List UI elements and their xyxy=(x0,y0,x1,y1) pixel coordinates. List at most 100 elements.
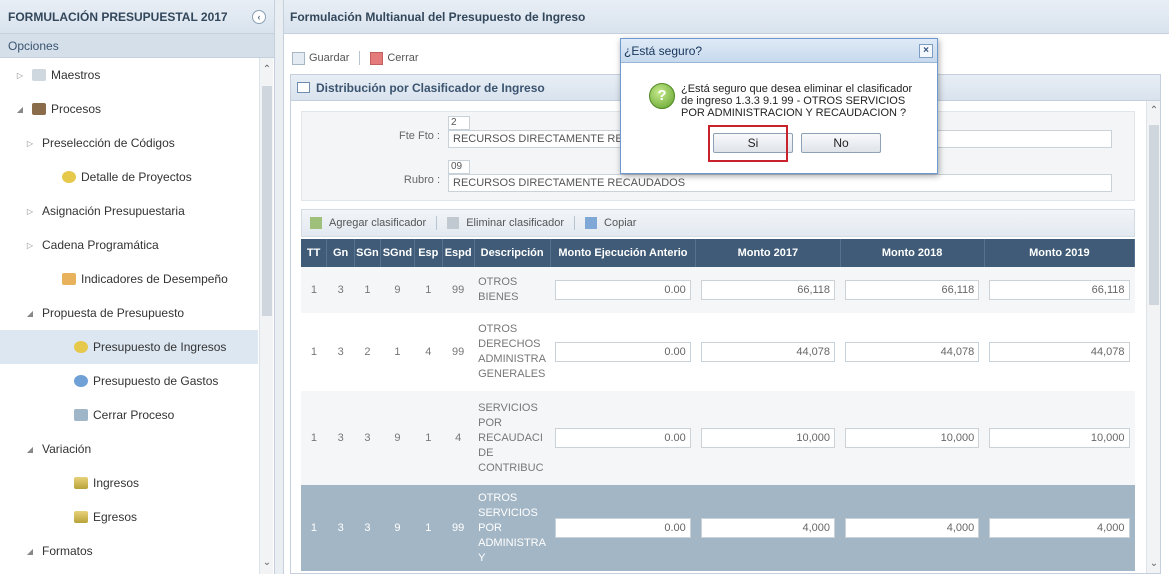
column-header[interactable]: SGn xyxy=(354,239,381,267)
expand-arrow-icon[interactable]: ◢ xyxy=(14,105,26,114)
cell-m2018: 10,000 xyxy=(840,391,984,485)
scroll-thumb[interactable] xyxy=(1149,125,1159,305)
amount-field[interactable]: 4,000 xyxy=(989,518,1130,538)
expand-arrow-icon[interactable]: ▷ xyxy=(24,139,36,148)
column-header[interactable]: TT xyxy=(301,239,328,267)
amount-field[interactable]: 0.00 xyxy=(555,518,691,538)
tree-item[interactable]: Detalle de Proyectos xyxy=(0,160,258,194)
tree-item[interactable]: ◢ Formatos xyxy=(0,534,258,568)
cell-espd: 99 xyxy=(452,284,465,296)
tree-item[interactable]: ▷ Asignación Presupuestaria xyxy=(0,194,258,228)
amount-field[interactable]: 44,078 xyxy=(845,342,980,362)
column-header[interactable]: Esp xyxy=(414,239,443,267)
amount-field[interactable]: 66,118 xyxy=(845,280,980,300)
tree-item[interactable]: Indicadores de Desempeño xyxy=(0,262,258,296)
classifier-toolbar: Agregar clasificador Eliminar clasificad… xyxy=(301,209,1135,237)
amount-field[interactable]: 4,000 xyxy=(845,518,980,538)
column-header[interactable]: Descripción xyxy=(474,239,551,267)
dialog-message-line: de ingreso 1.3.3 9.1 99 - OTROS SERVICIO… xyxy=(681,95,906,107)
window-icon xyxy=(297,82,310,93)
column-header[interactable]: Monto 2018 xyxy=(840,239,985,267)
expand-arrow-icon[interactable]: ▷ xyxy=(14,71,26,80)
scroll-thumb[interactable] xyxy=(262,86,272,316)
column-header[interactable]: Monto 2017 xyxy=(695,239,841,267)
tree-item-label: Presupuesto de Ingresos xyxy=(93,340,227,354)
tree-item[interactable]: ◢ Procesos xyxy=(0,92,258,126)
amount-field[interactable]: 66,118 xyxy=(989,280,1130,300)
description-line: OTROS xyxy=(478,276,518,288)
dialog-close-icon[interactable]: × xyxy=(919,44,933,58)
copy-label: Copiar xyxy=(604,217,637,229)
column-header[interactable]: SGnd xyxy=(380,239,415,267)
tree-item[interactable]: ◢ Propuesta de Presupuesto xyxy=(0,296,258,330)
description-line: POR xyxy=(478,521,502,534)
amount-field[interactable]: 66,118 xyxy=(700,280,836,300)
no-button[interactable]: No xyxy=(801,133,881,153)
tree-item[interactable]: ▷ Maestros xyxy=(0,58,258,92)
amount-field[interactable]: 10,000 xyxy=(700,428,836,448)
expand-arrow-icon[interactable]: ◢ xyxy=(24,547,36,556)
dialog-message-line: ¿Está seguro que desea eliminar el clasi… xyxy=(681,83,913,95)
tree-item[interactable]: ◢ Variación xyxy=(0,432,258,466)
cell-m2017: 44,078 xyxy=(696,313,840,391)
column-header[interactable]: Monto 2019 xyxy=(984,239,1136,267)
cell-m2018: 44,078 xyxy=(840,313,984,391)
scroll-down-icon[interactable]: ⌄ xyxy=(1147,558,1161,569)
fte-code-field: 2 xyxy=(448,116,470,130)
classifier-table: TT Gn SGn SGnd Esp Espd Descripción Monto Ejecu… xyxy=(301,239,1136,571)
description-line: RECAUDACI xyxy=(478,431,543,444)
copy-button[interactable]: Copiar xyxy=(581,215,640,231)
tree-item[interactable]: Ingresos xyxy=(0,466,258,500)
close-button[interactable]: Cerrar xyxy=(366,50,422,67)
amount-field[interactable]: 0.00 xyxy=(555,342,691,362)
amount-field[interactable]: 0.00 xyxy=(555,280,691,300)
highlight-box xyxy=(708,125,788,162)
scroll-up-icon[interactable]: ⌃ xyxy=(260,64,274,75)
amount-field[interactable]: 10,000 xyxy=(989,428,1130,448)
expand-arrow-icon[interactable]: ▷ xyxy=(24,241,36,250)
add-icon xyxy=(310,217,322,229)
options-header: Opciones xyxy=(0,34,274,58)
description-line: DE xyxy=(478,446,494,459)
add-classifier-button[interactable]: Agregar clasificador xyxy=(306,215,430,231)
column-header[interactable]: Espd xyxy=(442,239,475,267)
column-header[interactable]: Gn xyxy=(326,239,355,267)
amount-field[interactable]: 10,000 xyxy=(845,428,980,448)
tree-item[interactable]: Cerrar Proceso xyxy=(0,398,258,432)
collapse-panel-icon[interactable]: ‹ xyxy=(252,10,266,24)
tree-item[interactable]: Presupuesto de Gastos xyxy=(0,364,258,398)
save-button[interactable]: Guardar xyxy=(288,50,353,67)
table-row[interactable]: 1 3 3 9 1 4 SERVICIOS POR RECAUDACI DE CONTRIBUC 0.… xyxy=(301,391,1135,485)
tree-item[interactable]: Egresos xyxy=(0,500,258,534)
tree-item-label: Ingresos xyxy=(93,476,140,490)
rubro-label: Rubro : xyxy=(403,174,440,186)
cell-m2019: 44,078 xyxy=(984,313,1134,391)
scroll-down-icon[interactable]: ⌄ xyxy=(260,557,274,568)
table-row[interactable]: 1 3 3 9 1 99 OTROS SERVICIOS POR ADMINISTRA Y 0.00 4… xyxy=(301,485,1135,571)
table-row[interactable]: 1 3 1 9 1 99 OTROS BIENES 0.00 66,118 66,118 66,118 xyxy=(301,267,1135,313)
grid-scrollbar[interactable]: ⌃ ⌄ xyxy=(1146,101,1160,573)
delete-classifier-button[interactable]: Eliminar clasificador xyxy=(443,215,568,231)
cell-m2017: 4,000 xyxy=(696,485,840,571)
cell-prev: 0.00 xyxy=(550,485,696,571)
table-row[interactable]: 1 3 2 1 4 99 OTROS DERECHOS ADMINISTRA GENERALES 0… xyxy=(301,313,1135,391)
tree-item[interactable]: Presupuesto de Ingresos xyxy=(0,330,258,364)
amount-field[interactable]: 4,000 xyxy=(700,518,836,538)
expand-arrow-icon[interactable]: ▷ xyxy=(24,207,36,216)
scroll-up-icon[interactable]: ⌃ xyxy=(1147,105,1161,116)
cell-esp: 1 xyxy=(425,284,432,296)
expand-arrow-icon[interactable]: ◢ xyxy=(24,445,36,454)
tree-item-label: Procesos xyxy=(51,102,102,116)
tree-item-icon xyxy=(74,477,88,489)
column-header[interactable]: Monto Ejecución Anterio xyxy=(550,239,697,267)
amount-field[interactable]: 44,078 xyxy=(700,342,836,362)
tree-item-icon xyxy=(74,375,88,387)
tree-item[interactable]: ▷ Cadena Programática xyxy=(0,228,258,262)
expand-arrow-icon[interactable]: ◢ xyxy=(24,309,36,318)
cell-gn: 3 xyxy=(337,284,344,296)
amount-field[interactable]: 44,078 xyxy=(989,342,1130,362)
rubro-desc-field: RECURSOS DIRECTAMENTE RECAUDADOS xyxy=(448,174,1112,192)
amount-field[interactable]: 0.00 xyxy=(555,428,691,448)
tree-item[interactable]: ▷ Preselección de Códigos xyxy=(0,126,258,160)
tree-scrollbar[interactable]: ⌃ ⌄ xyxy=(259,58,273,574)
